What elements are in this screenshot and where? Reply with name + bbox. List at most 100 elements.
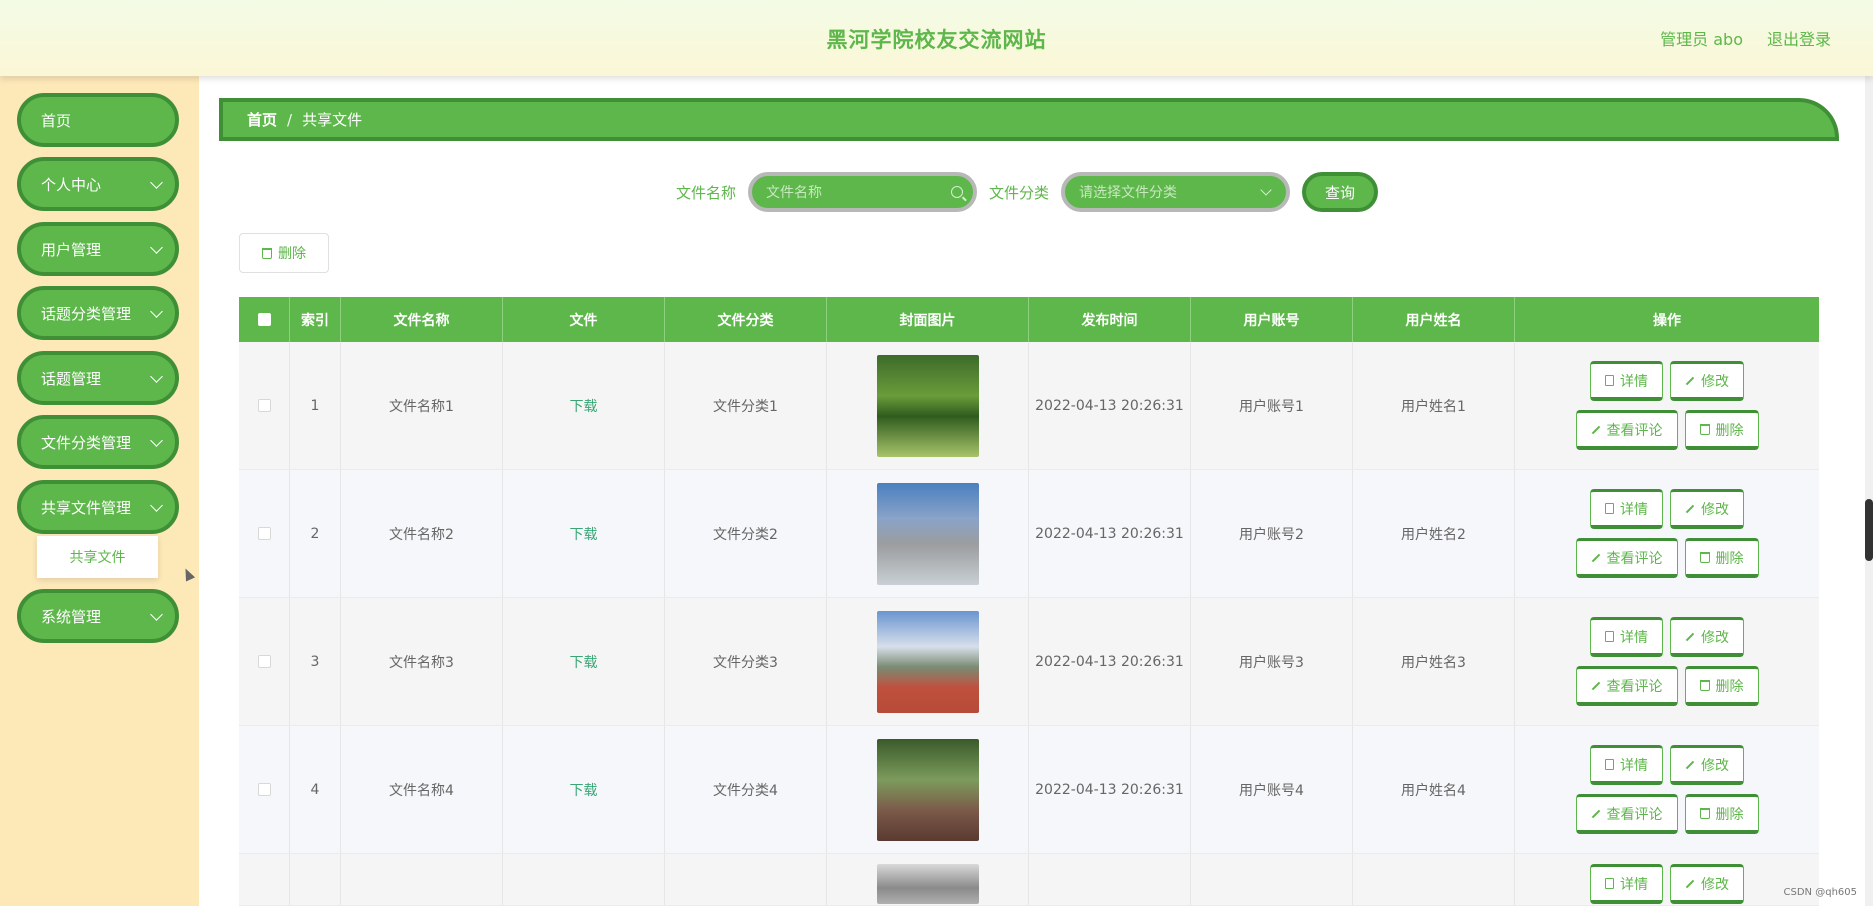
column-header-username: 用户姓名 <box>1353 297 1515 342</box>
select-all-checkbox[interactable] <box>257 313 271 326</box>
time-cell: 2022-04-13 20:26:31 <box>1029 726 1191 853</box>
edit-label: 修改 <box>1701 757 1729 774</box>
file-name-label: 文件名称 <box>676 183 737 202</box>
edit-button[interactable]: 修改 <box>1670 361 1744 401</box>
trash-icon <box>1699 680 1710 691</box>
scrollbar-thumb[interactable] <box>1865 499 1873 561</box>
download-link[interactable]: 下载 <box>570 524 598 544</box>
cover-cell <box>827 726 1029 853</box>
delete-button[interactable]: 删除 <box>1684 538 1759 578</box>
table-header: 索引 文件名称 文件 文件分类 封面图片 发布时间 用户账号 用户姓名 操作 <box>239 297 1819 342</box>
comments-label: 查看评论 <box>1606 806 1663 823</box>
sidebar-item-shared-file-management[interactable]: 共享文件管理 <box>17 480 179 534</box>
detail-button[interactable]: 详情 <box>1590 745 1663 785</box>
download-link[interactable]: 下载 <box>570 396 598 416</box>
delete-label: 删除 <box>1715 422 1744 439</box>
edit-icon <box>1591 425 1600 434</box>
file-category-select[interactable]: 请选择文件分类 <box>1061 172 1291 212</box>
delete-button[interactable]: 删除 <box>1684 666 1759 706</box>
view-comments-button[interactable]: 查看评论 <box>1575 666 1678 706</box>
file-name-cell: 文件名称1 <box>341 342 503 469</box>
edit-label: 修改 <box>1701 373 1729 390</box>
chevron-down-icon <box>150 305 163 318</box>
trash-icon <box>1699 552 1710 563</box>
edit-button[interactable]: 修改 <box>1670 745 1744 785</box>
index-cell: 1 <box>290 342 341 469</box>
time-cell: 2022-04-13 20:26:31 <box>1029 598 1191 725</box>
cover-image <box>876 482 979 585</box>
delete-button[interactable]: 删除 <box>1684 410 1759 450</box>
actions-cell: 详情 修改 查看评论 删除 <box>1515 342 1819 469</box>
table-row: 3 文件名称3 下载 文件分类3 2022-04-13 20:26:31 用户账… <box>239 598 1819 726</box>
edit-button[interactable]: 修改 <box>1670 864 1744 904</box>
edit-label: 修改 <box>1701 629 1729 646</box>
column-header-index: 索引 <box>290 297 341 342</box>
chevron-down-icon <box>150 241 163 254</box>
detail-label: 详情 <box>1620 373 1648 390</box>
sidebar-item-user-management[interactable]: 用户管理 <box>17 222 179 276</box>
sidebar-item-system-management[interactable]: 系统管理 <box>17 589 179 643</box>
account-cell: 用户账号4 <box>1191 726 1353 853</box>
column-header-time: 发布时间 <box>1029 297 1191 342</box>
file-name-input[interactable]: 文件名称 <box>748 172 978 212</box>
view-comments-button[interactable]: 查看评论 <box>1575 410 1678 450</box>
row-checkbox[interactable] <box>257 399 271 412</box>
index-cell: 4 <box>290 726 341 853</box>
table-row: 2 文件名称2 下载 文件分类2 2022-04-13 20:26:31 用户账… <box>239 470 1819 598</box>
column-header-actions: 操作 <box>1653 312 1681 329</box>
row-checkbox[interactable] <box>257 655 271 668</box>
breadcrumb-home[interactable]: 首页 <box>247 109 277 130</box>
account-cell: 用户账号3 <box>1191 598 1353 725</box>
edit-icon <box>1591 809 1600 818</box>
row-checkbox[interactable] <box>257 783 271 796</box>
download-link[interactable]: 下载 <box>570 780 598 800</box>
delete-button[interactable]: 删除 <box>1684 794 1759 834</box>
edit-icon <box>1685 504 1695 513</box>
category-cell: 文件分类4 <box>665 726 827 853</box>
row-select-cell <box>239 470 290 597</box>
table-row: 详情 修改 <box>239 854 1819 906</box>
detail-button[interactable]: 详情 <box>1590 864 1663 904</box>
category-cell: 文件分类2 <box>665 470 827 597</box>
sidebar-item-personal-center[interactable]: 个人中心 <box>17 157 179 211</box>
breadcrumb-current: 共享文件 <box>302 111 363 129</box>
logout-link[interactable]: 退出登录 <box>1767 26 1831 50</box>
view-comments-button[interactable]: 查看评论 <box>1575 794 1678 834</box>
sidebar-item-home[interactable]: 首页 <box>17 93 179 147</box>
edit-button[interactable]: 修改 <box>1670 489 1744 529</box>
document-icon <box>1605 878 1614 889</box>
submenu-shared-files[interactable]: 共享文件 <box>37 536 158 578</box>
row-checkbox[interactable] <box>257 527 271 540</box>
download-link[interactable]: 下载 <box>570 652 598 672</box>
view-comments-button[interactable]: 查看评论 <box>1575 538 1678 578</box>
detail-button[interactable]: 详情 <box>1590 617 1663 657</box>
bulk-delete-button[interactable]: 删除 <box>239 233 329 273</box>
admin-label: 管理员 abo <box>1660 30 1743 49</box>
page-scrollbar[interactable] <box>1865 76 1873 906</box>
sidebar-item-label: 文件分类管理 <box>41 433 132 452</box>
chevron-down-icon <box>150 608 163 621</box>
sidebar-item-file-category-management[interactable]: 文件分类管理 <box>17 415 179 469</box>
file-category-placeholder: 请选择文件分类 <box>1079 185 1178 201</box>
delete-label: 删除 <box>1715 678 1744 695</box>
column-header-file: 文件 <box>503 297 665 342</box>
document-icon <box>1605 503 1614 514</box>
trash-icon <box>1699 424 1710 435</box>
document-icon <box>1605 375 1614 386</box>
cover-image <box>876 610 979 713</box>
cover-cell <box>827 598 1029 725</box>
file-category-label: 文件分类 <box>989 183 1050 202</box>
detail-label: 详情 <box>1620 501 1648 518</box>
document-icon <box>1605 631 1614 642</box>
trash-icon <box>262 247 272 259</box>
detail-button[interactable]: 详情 <box>1590 489 1663 529</box>
detail-button[interactable]: 详情 <box>1590 361 1663 401</box>
search-bar: 文件名称 文件名称 文件分类 请选择文件分类 查询 <box>676 172 1379 212</box>
sidebar-item-topic-management[interactable]: 话题管理 <box>17 351 179 405</box>
edit-button[interactable]: 修改 <box>1670 617 1744 657</box>
cover-image <box>876 864 979 904</box>
sidebar-item-topic-category-management[interactable]: 话题分类管理 <box>17 286 179 340</box>
file-cell: 下载 <box>503 726 665 853</box>
watermark: CSDN @qh605 <box>1783 887 1857 898</box>
query-button[interactable]: 查询 <box>1302 172 1379 212</box>
